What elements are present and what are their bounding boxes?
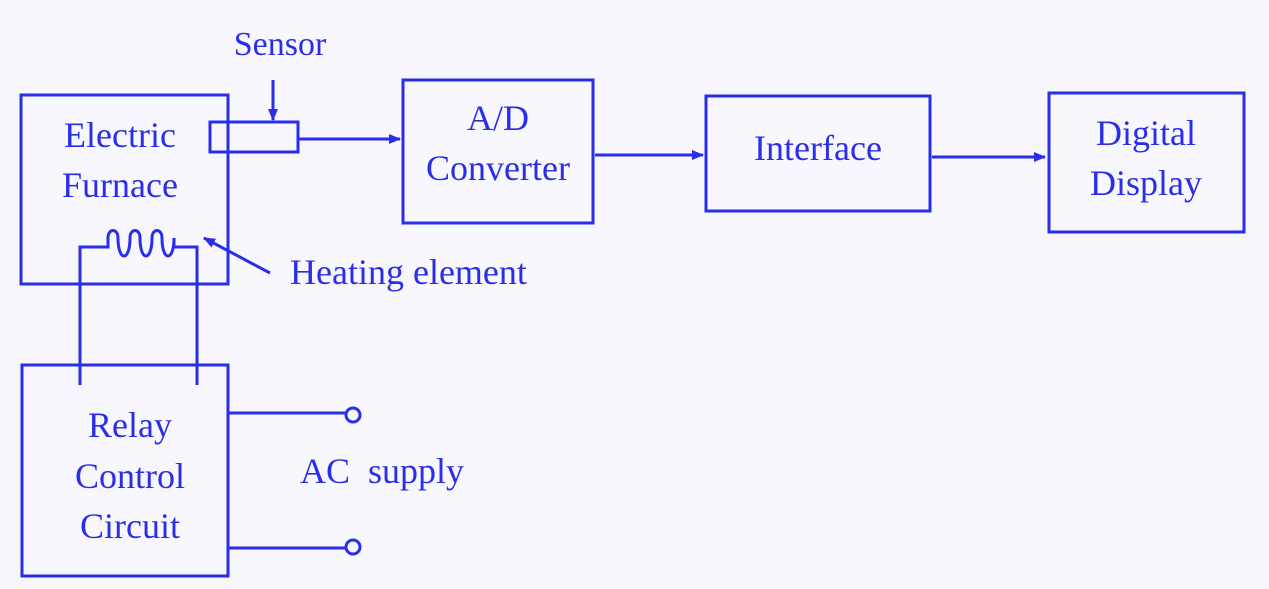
display-label-line1: Digital [1096,113,1196,153]
heating-element-pointer [203,236,271,275]
ac-terminal-bottom [344,538,362,556]
display-label-line2: Display [1090,163,1202,203]
relay-label-line3: Circuit [80,506,180,546]
interface-label: Interface [754,128,882,168]
ac-supply-label: AC supply [300,451,464,491]
relay-label-line2: Control [75,456,185,496]
heating-element-coil [78,229,199,385]
furnace-label-line2: Furnace [62,165,178,205]
sensor-label: Sensor [234,26,327,63]
ac-terminal-top [344,406,362,424]
heating-element-label: Heating element [290,252,527,292]
furnace-label-line1: Electric [64,115,176,155]
adc-label-line2: Converter [426,148,570,188]
sensor-element [208,120,300,154]
adc-label-line1: A/D [467,98,529,138]
block-diagram: Sensor Electric Furnace A/D Converter In… [19,26,1246,578]
relay-label-line1: Relay [88,405,172,445]
